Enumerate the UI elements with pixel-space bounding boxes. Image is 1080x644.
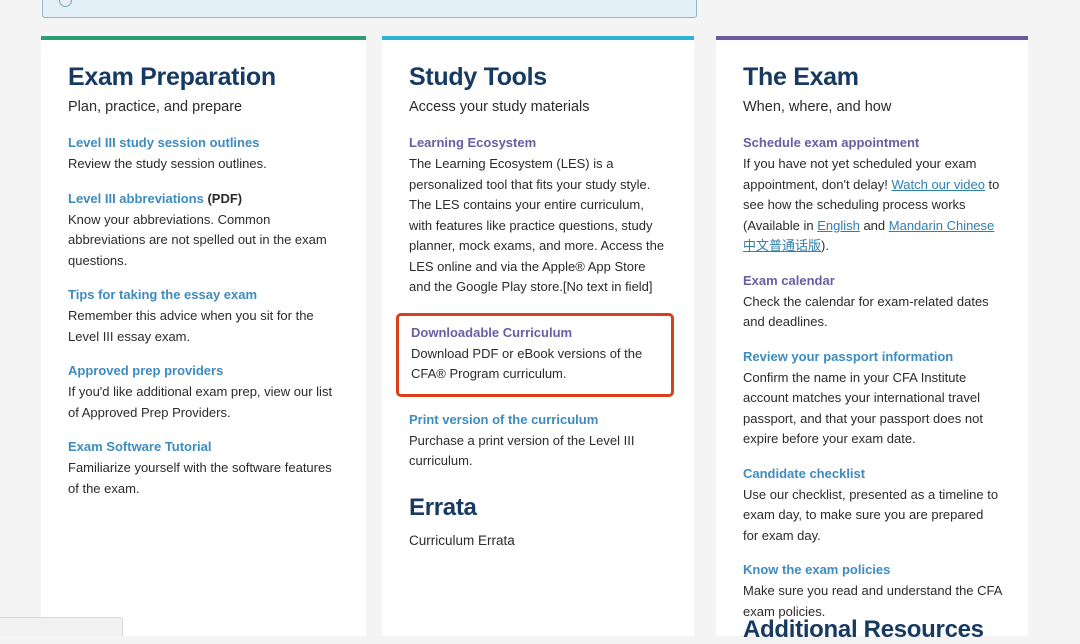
list-item: Tips for taking the essay exam Remember … xyxy=(68,286,340,347)
list-item: Candidate checklist Use our checklist, p… xyxy=(743,465,1002,547)
link-level-iii-study-session-outlines[interactable]: Level III study session outlines xyxy=(68,134,340,152)
link-exam-calendar[interactable]: Exam calendar xyxy=(743,272,1002,290)
list-item-description: The Learning Ecosystem (LES) is a person… xyxy=(409,154,668,298)
link-print-version-of-the-curriculum[interactable]: Print version of the curriculum xyxy=(409,411,668,429)
list-item: Level III study session outlines Review … xyxy=(68,134,340,175)
link-candidate-checklist[interactable]: Candidate checklist xyxy=(743,465,1002,483)
list-item: Schedule exam appointment If you have no… xyxy=(743,134,1002,257)
list-item: Learning Ecosystem The Learning Ecosyste… xyxy=(409,134,668,298)
errata-item: Curriculum Errata xyxy=(409,531,668,551)
link-review-your-passport-information[interactable]: Review your passport information xyxy=(743,348,1002,366)
link-learning-ecosystem[interactable]: Learning Ecosystem xyxy=(409,134,668,152)
page-title: Exam Preparation xyxy=(68,62,340,92)
list-item: Print version of the curriculum Purchase… xyxy=(409,411,668,472)
list-item-description: If you'd like additional exam prep, view… xyxy=(68,382,340,423)
link-exam-software-tutorial[interactable]: Exam Software Tutorial xyxy=(68,438,340,456)
list-item-description: Review the study session outlines. xyxy=(68,154,340,175)
circle-icon xyxy=(59,0,72,7)
page-title: Study Tools xyxy=(409,62,668,92)
link-label: Level III abbreviations xyxy=(68,191,204,206)
list-item-description: Use our checklist, presented as a timeli… xyxy=(743,485,1002,547)
list-item: Level III abbreviations (PDF) Know your … xyxy=(68,190,340,272)
link-schedule-exam-appointment[interactable]: Schedule exam appointment xyxy=(743,134,1002,152)
highlighted-list-item-downloadable-curriculum: Downloadable Curriculum Download PDF or … xyxy=(396,313,674,397)
info-banner xyxy=(42,0,697,18)
section-subtitle: When, where, and how xyxy=(743,98,1002,117)
list-item-description: Confirm the name in your CFA Institute a… xyxy=(743,368,1002,450)
inline-link-5[interactable]: Mandarin Chinese 中文普通话版 xyxy=(743,218,994,254)
card-the-exam: The Exam When, where, and how Schedule e… xyxy=(716,36,1028,636)
list-item: Review your passport information Confirm… xyxy=(743,348,1002,450)
section-subtitle: Plan, practice, and prepare xyxy=(68,98,340,117)
link-approved-prep-providers[interactable]: Approved prep providers xyxy=(68,362,340,380)
card-exam-preparation: Exam Preparation Plan, practice, and pre… xyxy=(41,36,366,636)
list-item-description: Know your abbreviations. Common abbrevia… xyxy=(68,210,340,272)
errata-heading: Errata xyxy=(409,494,668,522)
list-item: Exam calendar Check the calendar for exa… xyxy=(743,272,1002,333)
link-level-iii-abbreviations[interactable]: Level III abbreviations (PDF) xyxy=(68,190,340,208)
inline-link-3[interactable]: English xyxy=(817,218,860,233)
link-tips-for-taking-the-essay-exam[interactable]: Tips for taking the essay exam xyxy=(68,286,340,304)
additional-resources-heading: Additional Resources xyxy=(743,616,984,644)
link-know-the-exam-policies[interactable]: Know the exam policies xyxy=(743,561,1002,579)
content-columns: Exam Preparation Plan, practice, and pre… xyxy=(0,36,1080,636)
link-suffix-pdf: (PDF) xyxy=(204,191,242,206)
list-item-description: Familiarize yourself with the software f… xyxy=(68,458,340,499)
page-title: The Exam xyxy=(743,62,1002,92)
card-study-tools: Study Tools Access your study materials … xyxy=(382,36,694,636)
list-item: Know the exam policies Make sure you rea… xyxy=(743,561,1002,622)
list-item-description: If you have not yet scheduled your exam … xyxy=(743,154,1002,257)
section-subtitle: Access your study materials xyxy=(409,98,668,117)
list-item: Exam Software Tutorial Familiarize yours… xyxy=(68,438,340,499)
list-item-description: Remember this advice when you sit for th… xyxy=(68,306,340,347)
list-item-description: Download PDF or eBook versions of the CF… xyxy=(411,344,661,385)
browser-status-bar xyxy=(0,617,123,636)
list-item: Approved prep providers If you'd like ad… xyxy=(68,362,340,423)
list-item-description: Purchase a print version of the Level II… xyxy=(409,431,668,472)
link-downloadable-curriculum[interactable]: Downloadable Curriculum xyxy=(411,324,661,342)
inline-link-1[interactable]: Watch our video xyxy=(891,177,984,192)
list-item-description: Check the calendar for exam-related date… xyxy=(743,292,1002,333)
